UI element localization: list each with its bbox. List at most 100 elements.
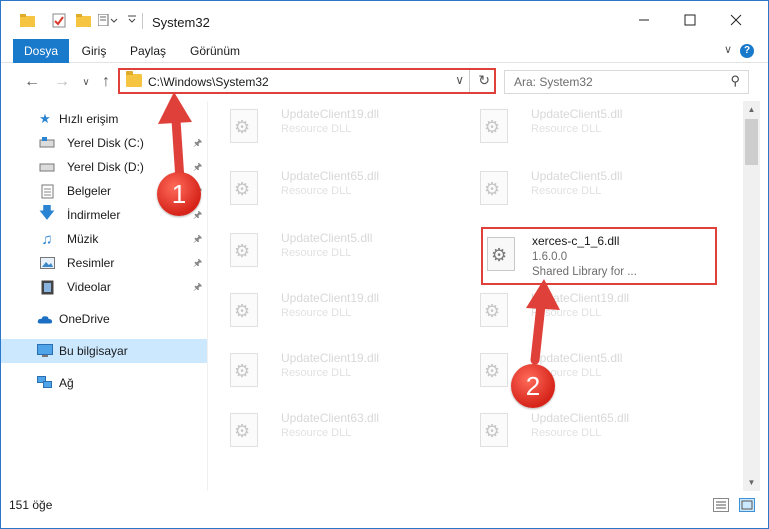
help-icon[interactable]: ? [740,44,754,58]
pictures-icon [39,255,55,271]
file-item[interactable]: ⚙ UpdateClient5.dll Resource DLL [458,101,688,159]
highlighted-file-box: ⚙ xerces-c_1_6.dll 1.6.0.0 Shared Librar… [481,227,717,285]
dll-file-icon: ⚙ [480,353,508,387]
customize-quick-access-icon[interactable] [97,11,119,29]
computer-icon [37,343,53,359]
file-description: Resource DLL [281,185,352,197]
recent-locations-chevron-icon[interactable]: ∨ [75,71,97,93]
maximize-button[interactable] [667,7,713,33]
details-view-icon[interactable] [713,498,729,512]
gear-icon: ⚙ [234,241,251,261]
refresh-icon[interactable]: ↻ [478,72,490,89]
videos-icon [39,279,55,295]
expand-ribbon-icon[interactable]: ∨ [724,43,732,56]
vertical-scrollbar[interactable]: ▲ ▼ [743,101,760,491]
large-icons-view-icon[interactable] [739,498,755,512]
file-item[interactable]: ⚙ UpdateClient19.dll Resource DLL [208,285,438,343]
new-folder-icon[interactable] [75,11,91,29]
pin-icon: 🖈 [193,138,203,149]
properties-icon[interactable] [51,11,67,29]
dll-file-icon: ⚙ [230,413,258,447]
back-arrow-icon[interactable]: ← [21,71,43,93]
file-description: Resource DLL [531,185,602,197]
tab-giris[interactable]: Giriş [75,39,113,63]
file-item[interactable]: ⚙ UpdateClient19.dll Resource DLL [208,345,438,403]
file-description: Resource DLL [281,123,352,135]
gear-icon: ⚙ [484,361,501,381]
file-description: Resource DLL [531,427,602,439]
file-item[interactable]: ⚙ UpdateClient63.dll Resource DLL [208,405,438,463]
dll-file-icon: ⚙ [230,293,258,327]
gear-icon: ⚙ [491,245,508,265]
sidebar-item-music[interactable]: ♫ Müzik 🖈 [1,227,207,251]
chevron-down-icon[interactable] [125,11,139,29]
sidebar-item-quick-access[interactable]: ★ Hızlı erişim [1,107,207,131]
sidebar-item-disk-c[interactable]: Yerel Disk (C:) 🖈 [1,131,207,155]
sidebar-item-onedrive[interactable]: OneDrive [1,307,207,331]
up-arrow-icon[interactable]: ↑ [95,71,117,93]
tab-gorunum[interactable]: Görünüm [185,39,245,63]
scroll-up-icon[interactable]: ▲ [743,101,760,118]
file-list: ⚙ UpdateClient19.dll Resource DLL ⚙ Upda… [208,101,743,491]
file-item-xerces[interactable]: ⚙ xerces-c_1_6.dll 1.6.0.0 Shared Librar… [483,229,713,287]
file-item[interactable]: ⚙ UpdateClient19.dll Resource DLL [208,101,438,159]
navigation-bar: ← → ∨ ↑ C:\Windows\System32 ∨ ↻ Ara: Sys… [1,64,768,100]
file-name: UpdateClient5.dll [281,231,373,245]
pin-icon: 🖈 [193,162,203,173]
sidebar-item-network[interactable]: Ağ [1,371,207,395]
download-icon: 🡇 [38,204,56,222]
dll-file-icon: ⚙ [480,293,508,327]
scroll-down-icon[interactable]: ▼ [743,474,760,491]
step-1-badge: 1 [157,172,201,216]
dll-file-icon: ⚙ [487,237,515,271]
file-item[interactable]: ⚙ UpdateClient65.dll Resource DLL [458,405,688,463]
search-input[interactable]: Ara: System32 ⚲ [504,70,749,94]
file-version: 1.6.0.0 [532,251,568,263]
sidebar-item-this-pc[interactable]: Bu bilgisayar [1,339,207,363]
search-icon: ⚲ [730,73,740,88]
file-explorer-window: System32 Dosya Giriş Paylaş Görünüm ∨ ? … [0,0,769,529]
drive-icon [39,135,55,151]
navigation-pane: ★ Hızlı erişim Yerel Disk (C:) 🖈 Yerel D… [1,101,207,493]
file-name: xerces-c_1_6.dll [532,234,620,248]
file-description: Resource DLL [281,367,352,379]
network-icon [37,375,53,391]
tab-paylas[interactable]: Paylaş [125,39,171,63]
gear-icon: ⚙ [234,421,251,441]
file-item[interactable]: ⚙ UpdateClient5.dll Resource DLL [208,225,438,283]
sidebar-item-label: Resimler [67,256,115,270]
gear-icon: ⚙ [234,117,251,137]
gear-icon: ⚙ [484,301,501,321]
file-name: UpdateClient65.dll [531,411,630,425]
sidebar-item-pictures[interactable]: Resimler 🖈 [1,251,207,275]
status-bar: 151 öğe [1,492,768,528]
gear-icon: ⚙ [484,421,501,441]
sidebar-item-label: Belgeler [67,184,112,198]
gear-icon: ⚙ [234,179,251,199]
dll-file-icon: ⚙ [480,413,508,447]
file-name: UpdateClient5.dll [531,351,623,365]
tab-dosya[interactable]: Dosya [13,39,69,63]
address-dropdown-icon[interactable]: ∨ [455,73,464,87]
item-count: 151 öğe [9,498,53,512]
sidebar-item-videos[interactable]: Videolar 🖈 [1,275,207,299]
sidebar-item-label: Yerel Disk (D:) [67,160,144,174]
file-item[interactable]: ⚙ UpdateClient5.dll Resource DLL [458,163,688,221]
scroll-thumb[interactable] [745,119,758,165]
pin-icon: 🖈 [193,258,203,269]
file-item[interactable]: ⚙ UpdateClient5.dll Resource DLL [458,345,688,403]
file-item[interactable]: ⚙ UpdateClient65.dll Resource DLL [208,163,438,221]
address-bar[interactable]: C:\Windows\System32 ∨ ↻ [118,68,496,94]
music-icon: ♫ [41,230,53,248]
sidebar-item-label: Bu bilgisayar [59,344,128,358]
pin-icon: 🖈 [193,210,203,221]
file-description: Resource DLL [281,427,352,439]
file-name: UpdateClient19.dll [281,351,380,365]
file-name: UpdateClient19.dll [531,291,630,305]
close-button[interactable] [713,7,759,33]
file-item[interactable]: ⚙ UpdateClient19.dll Resource DLL [458,285,688,343]
minimize-button[interactable] [621,7,667,33]
forward-arrow-icon[interactable]: → [51,71,73,93]
ribbon-tabs: Dosya Giriş Paylaş Görünüm ∨ ? [1,39,768,63]
file-description: Resource DLL [281,307,352,319]
